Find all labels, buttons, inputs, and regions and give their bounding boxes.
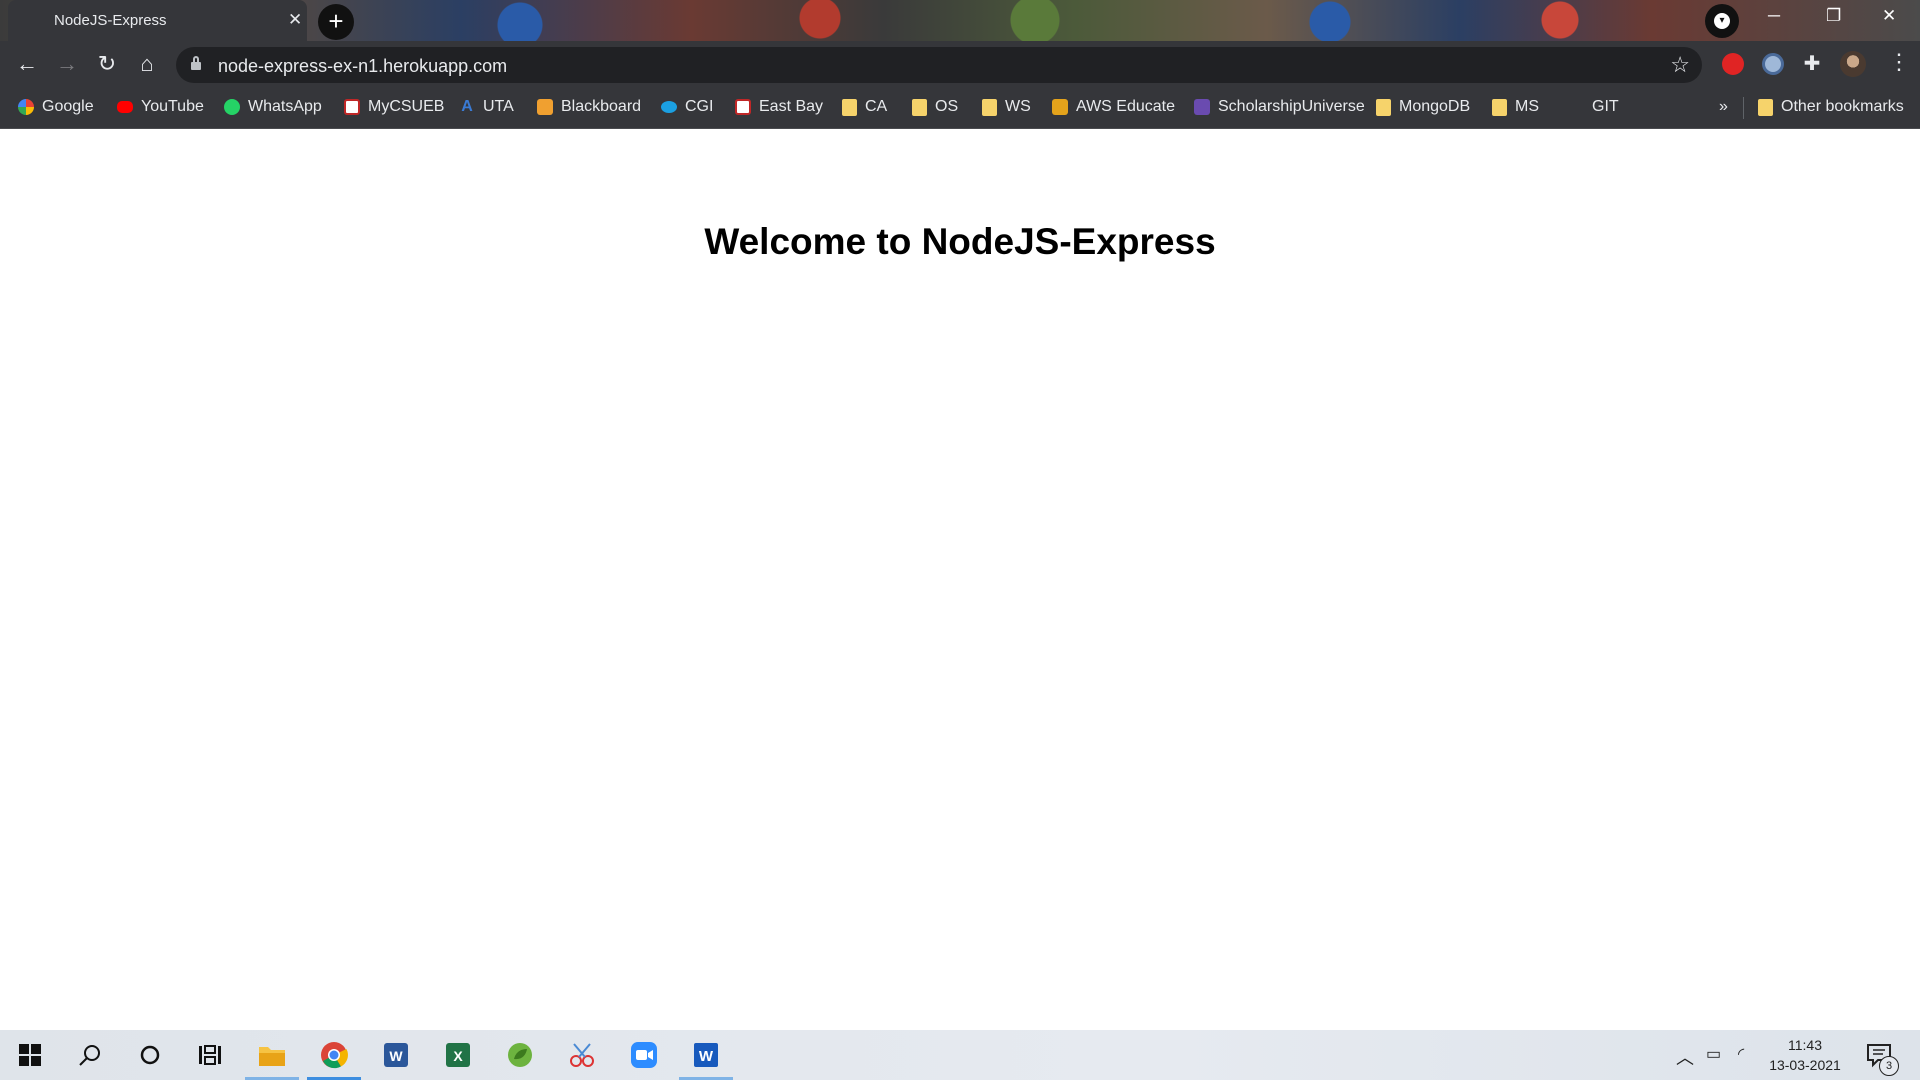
bookmark-folder-ms[interactable]: MS [1492, 98, 1539, 116]
tab-close-icon[interactable]: ✕ [288, 10, 302, 30]
svg-text:X: X [453, 1048, 463, 1064]
taskbar-excel[interactable]: X [428, 1030, 488, 1080]
svg-text:W: W [389, 1048, 403, 1064]
windows-taskbar: W X W ︿ ▭ ◜ 11:43 13-03-2021 3 [0, 1030, 1920, 1080]
folder-icon [1376, 98, 1391, 116]
bookmarks-overflow-icon[interactable]: » [1719, 98, 1728, 116]
wifi-icon[interactable]: ◜ [1738, 1044, 1744, 1064]
tab-title: NodeJS-Express [54, 12, 167, 29]
chevron-down-icon: ▾ [1714, 13, 1730, 29]
home-icon[interactable]: ⌂ [133, 51, 161, 77]
scholarship-icon [1194, 99, 1210, 115]
clock-time: 11:43 [1788, 1037, 1822, 1053]
tab-search-button[interactable]: ▾ [1705, 4, 1739, 38]
battery-icon[interactable]: ▭ [1706, 1044, 1721, 1064]
profile-avatar[interactable] [1840, 51, 1866, 77]
excel-icon: X [446, 1043, 470, 1067]
bookmark-blackboard[interactable]: Blackboard [537, 98, 641, 116]
browser-toolbar: ← → ↻ ⌂ node-express-ex-n1.herokuapp.com… [0, 41, 1920, 88]
start-button[interactable] [0, 1030, 60, 1080]
show-hidden-icons-icon[interactable]: ︿ [1676, 1044, 1694, 1070]
extensions-puzzle-icon[interactable]: ✚ [1798, 51, 1826, 76]
task-view-button[interactable] [180, 1030, 240, 1080]
bookmark-cgi[interactable]: CGI [661, 98, 713, 116]
eb-icon [735, 99, 751, 115]
new-tab-button[interactable]: + [318, 4, 354, 40]
bookmark-youtube[interactable]: YouTube [117, 98, 204, 116]
bookmark-mycsueb[interactable]: MyCSUEB [344, 98, 444, 116]
notification-count-badge: 3 [1879, 1056, 1899, 1076]
taskbar-word[interactable]: W [676, 1030, 736, 1080]
browser-menu-icon[interactable]: ⋮ [1888, 49, 1910, 75]
windows-logo-icon [19, 1044, 41, 1066]
page-heading: Welcome to NodeJS-Express [704, 221, 1216, 262]
aws-icon [1052, 99, 1068, 115]
folder-icon [912, 98, 927, 116]
bookmark-folder-ws[interactable]: WS [982, 98, 1031, 116]
eb-icon [344, 99, 360, 115]
folder-icon [1492, 98, 1507, 116]
spring-leaf-icon [508, 1043, 532, 1067]
bookmarks-divider [1743, 97, 1744, 119]
word-alt-icon: W [384, 1043, 408, 1067]
minimize-icon[interactable]: ─ [1768, 6, 1780, 26]
url-text[interactable]: node-express-ex-n1.herokuapp.com [218, 56, 507, 77]
bookmark-east-bay[interactable]: East Bay [735, 98, 823, 116]
youtube-icon [117, 101, 133, 113]
whatsapp-icon [224, 99, 240, 115]
word-icon: W [694, 1043, 718, 1067]
chrome-icon [321, 1042, 348, 1069]
google-icon [18, 99, 34, 115]
uta-icon: A [461, 98, 473, 115]
taskbar-file-explorer[interactable] [242, 1030, 302, 1080]
cortana-icon [140, 1045, 160, 1065]
extension-red-icon[interactable] [1722, 53, 1744, 75]
bookmark-star-icon[interactable]: ☆ [1670, 52, 1690, 78]
restore-icon[interactable]: ❐ [1826, 6, 1841, 26]
extension-blue-icon[interactable] [1762, 53, 1784, 75]
forward-icon[interactable]: → [53, 51, 81, 77]
search-icon [79, 1045, 100, 1066]
taskbar-chrome[interactable] [304, 1030, 364, 1080]
scissors-icon [570, 1043, 594, 1067]
tab-strip: NodeJS-Express ✕ + ▾ ─ ❐ ✕ [0, 0, 1920, 41]
zoom-icon [631, 1042, 657, 1068]
address-bar[interactable]: node-express-ex-n1.herokuapp.com ☆ [176, 47, 1702, 83]
folder-icon [1758, 98, 1773, 116]
bookmark-folder-mongodb[interactable]: MongoDB [1376, 98, 1470, 116]
taskbar-zoom[interactable] [614, 1030, 674, 1080]
bookmarks-bar: Google YouTube WhatsApp MyCSUEB A UTA Bl… [0, 88, 1920, 129]
lock-icon[interactable] [191, 56, 201, 70]
task-view-icon [199, 1045, 221, 1065]
clock-date: 13-03-2021 [1769, 1057, 1841, 1073]
folder-icon [982, 98, 997, 116]
folder-icon [259, 1047, 285, 1066]
close-window-icon[interactable]: ✕ [1882, 6, 1896, 26]
bookmark-aws-educate[interactable]: AWS Educate [1052, 98, 1175, 116]
web-page: Welcome to NodeJS-Express [0, 129, 1920, 1030]
back-icon[interactable]: ← [13, 51, 41, 77]
taskbar-word-alt[interactable]: W [366, 1030, 426, 1080]
cortana-button[interactable] [120, 1030, 180, 1080]
folder-icon [842, 98, 857, 116]
browser-tab[interactable]: NodeJS-Express ✕ [8, 0, 307, 41]
taskbar-snipping-tool[interactable] [552, 1030, 612, 1080]
bookmark-scholarshipuniverse[interactable]: ScholarshipUniverse [1194, 98, 1365, 116]
taskbar-clock[interactable]: 11:43 13-03-2021 [1758, 1035, 1852, 1075]
cgi-icon [661, 101, 677, 113]
bookmark-other-bookmarks[interactable]: Other bookmarks [1758, 98, 1904, 116]
reload-icon[interactable]: ↻ [93, 51, 121, 77]
search-button[interactable] [60, 1030, 120, 1080]
bookmark-folder-ca[interactable]: CA [842, 98, 887, 116]
blackboard-icon [537, 99, 553, 115]
bookmark-uta[interactable]: A UTA [459, 98, 514, 116]
bookmark-google[interactable]: Google [18, 98, 94, 116]
bookmark-git[interactable]: GIT [1592, 98, 1619, 116]
bookmark-whatsapp[interactable]: WhatsApp [224, 98, 322, 116]
bookmark-folder-os[interactable]: OS [912, 98, 958, 116]
svg-text:W: W [699, 1048, 714, 1065]
taskbar-spring-tool[interactable] [490, 1030, 550, 1080]
